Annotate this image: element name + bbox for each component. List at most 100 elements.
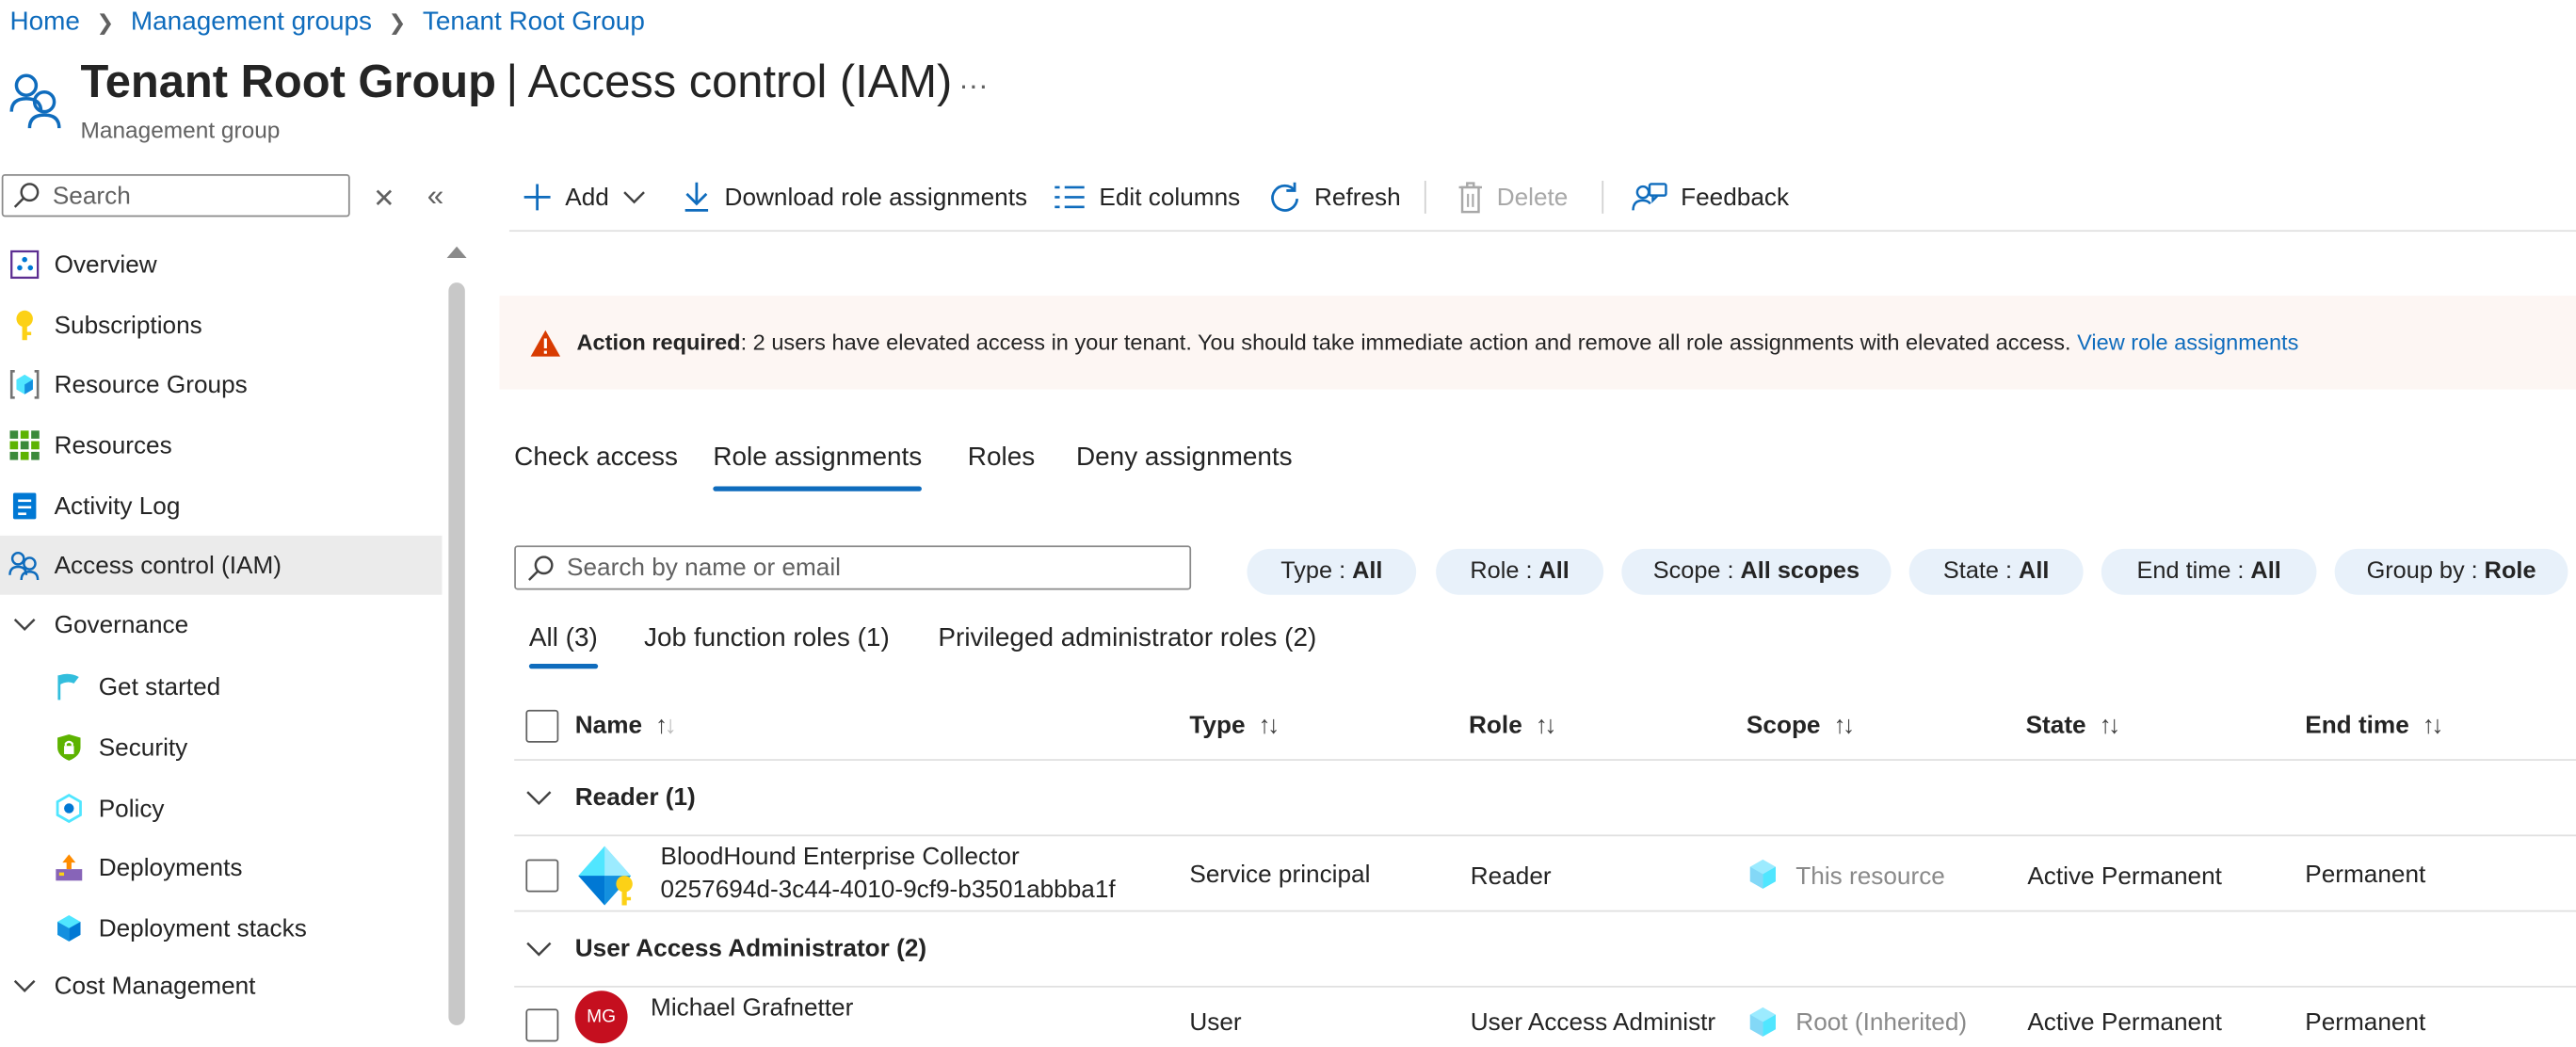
- table-divider: [514, 986, 2576, 988]
- warning-icon: [530, 329, 561, 356]
- sidebar-item-deployment-stacks[interactable]: Deployment stacks: [0, 899, 442, 958]
- refresh-button[interactable]: Refresh: [1268, 177, 1401, 217]
- subtab-all[interactable]: All (3): [529, 624, 598, 653]
- row-name-link[interactable]: BloodHound Enterprise Collector: [660, 843, 1019, 871]
- pill-label: Group by :: [2366, 558, 2478, 586]
- group-header-user-access-administrator[interactable]: User Access Administrator (2): [525, 935, 926, 963]
- pill-label: State :: [1942, 558, 2013, 586]
- page-subtitle: Management group: [80, 116, 281, 143]
- search-by-name-input[interactable]: [563, 552, 1179, 584]
- sidebar-item-activity-log[interactable]: Activity Log: [0, 476, 442, 536]
- sidebar-item-overview[interactable]: Overview: [0, 235, 442, 295]
- chevron-right-icon: ❯: [96, 9, 115, 35]
- pill-value: Role: [2484, 558, 2536, 586]
- add-button[interactable]: Add: [523, 177, 658, 217]
- sidebar-item-get-started[interactable]: Get started: [0, 657, 442, 717]
- more-options-button[interactable]: ...: [959, 62, 989, 97]
- view-role-assignments-link[interactable]: View role assignments: [2077, 330, 2298, 355]
- column-header-name[interactable]: Name ↑↓: [574, 711, 677, 740]
- pill-value: All: [1352, 558, 1383, 586]
- sidebar-section-cost-management[interactable]: Cost Management: [0, 957, 442, 1016]
- subtab-job-function-roles[interactable]: Job function roles (1): [644, 624, 890, 653]
- clear-icon[interactable]: ✕: [373, 183, 394, 216]
- breadcrumb-home[interactable]: Home: [9, 8, 79, 38]
- tab-deny-assignments[interactable]: Deny assignments: [1076, 443, 1293, 473]
- active-subtab-indicator: [528, 663, 599, 669]
- tab-roles[interactable]: Roles: [968, 443, 1035, 473]
- column-header-type[interactable]: Type ↑↓: [1189, 711, 1280, 740]
- download-icon: [684, 182, 709, 212]
- column-label: Scope: [1746, 711, 1821, 740]
- chevron-right-icon: ❯: [388, 9, 407, 35]
- column-header-end-time[interactable]: End time ↑↓: [2305, 712, 2443, 740]
- search-icon: [527, 555, 554, 581]
- row-object-id: 0257694d-3c44-4010-9cf9-b3501abbba1f: [660, 876, 1116, 904]
- pill-value: All: [1538, 558, 1570, 586]
- row-role-link[interactable]: Reader: [1471, 862, 1552, 891]
- tab-check-access[interactable]: Check access: [514, 443, 678, 473]
- column-header-role[interactable]: Role ↑↓: [1469, 711, 1556, 740]
- row-role-link[interactable]: User Access Administr: [1471, 1008, 1715, 1037]
- subtab-privileged-admin-roles[interactable]: Privileged administrator roles (2): [938, 624, 1316, 653]
- sort-icon: ↑↓: [1833, 711, 1855, 740]
- pill-value: All: [2019, 558, 2050, 586]
- breadcrumb-tenant-root-group[interactable]: Tenant Root Group: [423, 8, 645, 38]
- tab-role-assignments[interactable]: Role assignments: [713, 443, 922, 473]
- download-role-assignments-button[interactable]: Download role assignments: [682, 177, 1027, 217]
- pill-value: All scopes: [1740, 558, 1860, 586]
- sidebar-item-label: Policy: [98, 794, 165, 823]
- column-header-scope[interactable]: Scope ↑↓: [1746, 711, 1855, 740]
- sidebar-item-access-control[interactable]: Access control (IAM): [0, 535, 443, 595]
- table-divider: [514, 759, 2576, 761]
- add-label: Add: [565, 183, 609, 212]
- people-icon: [9, 69, 62, 139]
- collapse-icon[interactable]: «: [427, 179, 443, 214]
- filter-type-pill[interactable]: Type : All: [1247, 548, 1417, 595]
- sidebar-item-deployments[interactable]: Deployments: [0, 838, 442, 897]
- cube-icon: [1747, 858, 1779, 899]
- edit-columns-button[interactable]: Edit columns: [1054, 177, 1240, 217]
- sidebar-search[interactable]: [1, 173, 350, 217]
- row-name-link[interactable]: Michael Grafnetter: [651, 994, 853, 1023]
- row-checkbox[interactable]: [525, 1008, 559, 1042]
- feedback-button[interactable]: Feedback: [1632, 177, 1789, 217]
- sidebar-scrollbar[interactable]: [448, 282, 465, 1025]
- pill-value: All: [2250, 558, 2281, 586]
- sidebar-item-label: Security: [98, 733, 188, 762]
- group-by-pill[interactable]: Group by : Role: [2334, 548, 2568, 595]
- sidebar-item-security[interactable]: Security: [0, 718, 442, 778]
- row-checkbox[interactable]: [525, 859, 559, 893]
- banner-bold: Action required: [576, 330, 741, 355]
- sidebar-item-resources[interactable]: Resources: [0, 415, 442, 475]
- sidebar-item-label: Subscriptions: [54, 311, 202, 340]
- sidebar-item-policy[interactable]: Policy: [0, 779, 442, 838]
- row-end-time: Permanent: [2305, 861, 2426, 890]
- scroll-up-arrow-icon[interactable]: [446, 246, 467, 258]
- select-all-checkbox[interactable]: [525, 709, 559, 743]
- sidebar-item-resource-groups[interactable]: Resource Groups: [0, 355, 442, 414]
- sidebar-section-governance[interactable]: Governance: [0, 595, 442, 654]
- sidebar-search-input[interactable]: [49, 180, 335, 212]
- sort-icon: ↑↓: [1258, 711, 1280, 740]
- filter-end-time-pill[interactable]: End time : All: [2101, 548, 2317, 595]
- filter-scope-pill[interactable]: Scope : All scopes: [1621, 548, 1892, 595]
- filter-state-pill[interactable]: State : All: [1908, 548, 2084, 595]
- breadcrumb-management-groups[interactable]: Management groups: [131, 8, 372, 38]
- avatar: MG: [574, 991, 628, 1044]
- feedback-icon: [1632, 183, 1667, 211]
- search-icon: [13, 183, 40, 209]
- column-label: Name: [574, 711, 643, 740]
- row-state-link[interactable]: Active Permanent: [2027, 862, 2222, 891]
- toolbar-divider: [1602, 180, 1604, 214]
- group-header-reader[interactable]: Reader (1): [525, 783, 696, 812]
- column-header-state[interactable]: State ↑↓: [2026, 711, 2121, 740]
- banner-text: : 2 users have elevated access in your t…: [740, 330, 2071, 355]
- column-label: Role: [1469, 711, 1522, 740]
- filter-role-pill[interactable]: Role : All: [1436, 548, 1604, 595]
- sort-icon: ↑↓: [2099, 711, 2121, 740]
- page-title-separator: |: [506, 56, 519, 107]
- sidebar-item-subscriptions[interactable]: Subscriptions: [0, 296, 442, 355]
- delete-button[interactable]: Delete: [1457, 177, 1568, 217]
- role-assignments-search[interactable]: [514, 545, 1192, 590]
- deployments-icon: [53, 851, 86, 884]
